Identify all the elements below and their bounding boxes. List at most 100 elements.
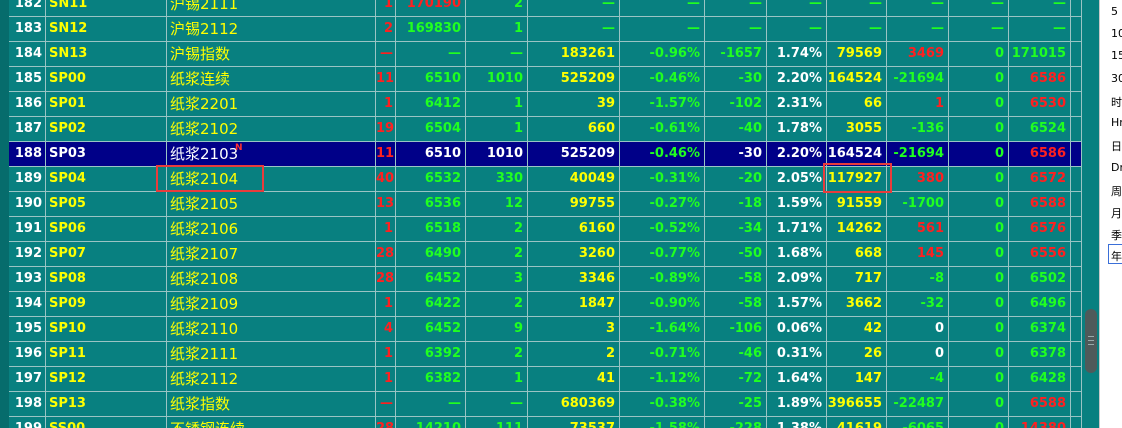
cell-col-j: 0 bbox=[949, 417, 1009, 428]
period-option[interactable]: 时 bbox=[1111, 94, 1122, 110]
table-row[interactable]: 194 SP09 纸浆2109 1 6422 2 1847 -0.90% -58 1.57% 366… bbox=[9, 292, 1091, 317]
cell-col-d: 3346 bbox=[528, 267, 620, 291]
table-row[interactable]: 185 SP00 纸浆连续 11 6510 1010 525209 -0.46% -30 2.20… bbox=[9, 67, 1091, 92]
contract-code: SP09 bbox=[46, 292, 167, 316]
cell-col-c: 1 bbox=[466, 117, 528, 141]
period-option[interactable]: Hr bbox=[1111, 116, 1122, 129]
table-row[interactable]: 182 SN11 沪锡2111 1 170190 2— — — — — — — — bbox=[9, 0, 1091, 17]
cell-col-f: — bbox=[705, 0, 767, 16]
cell-col-e: -0.38% bbox=[620, 392, 705, 416]
cell-col-d: 99755 bbox=[528, 192, 620, 216]
table-row[interactable]: 197 SP12 纸浆2112 1 6382 1 41 -1.12% -72 1.64% 147 -4… bbox=[9, 367, 1091, 392]
period-option[interactable]: Dr bbox=[1111, 161, 1122, 174]
table-row[interactable]: 191 SP06 纸浆2106 1 6518 2 6160 -0.52% -34 1.71% 142… bbox=[9, 217, 1091, 242]
table-row[interactable]: 188 SP03 纸浆2103 N 11 6510 1010 525209 -0.46% -30 2… bbox=[9, 142, 1091, 167]
contract-name: 纸浆2110 bbox=[167, 317, 376, 341]
cell-col-i: -22487 bbox=[887, 392, 949, 416]
cell-col-f: -18 bbox=[705, 192, 767, 216]
cell-col-f: -20 bbox=[705, 167, 767, 191]
contract-name: 沪锡指数 bbox=[167, 42, 376, 66]
contract-code: SP10 bbox=[46, 317, 167, 341]
cell-col-j: 0 bbox=[949, 267, 1009, 291]
cell-col-b: 6518 bbox=[396, 217, 466, 241]
contract-name: 纸浆2112 bbox=[167, 367, 376, 391]
cell-col-e: -0.89% bbox=[620, 267, 705, 291]
cell-col-d: — bbox=[528, 17, 620, 41]
cell-col-j: 0 bbox=[949, 317, 1009, 341]
cell-col-e: -0.61% bbox=[620, 117, 705, 141]
cell-col-a: 1 bbox=[376, 0, 396, 16]
table-row[interactable]: 183 SN12 沪锡2112 2 169830 1— — — — — — — — bbox=[9, 17, 1091, 42]
cell-col-j: 0 bbox=[949, 92, 1009, 116]
cell-col-d: 660 bbox=[528, 117, 620, 141]
table-row[interactable]: 189 SP04 纸浆2104 40 6532 330 40049 -0.31% -20 2.05… bbox=[9, 167, 1091, 192]
cell-col-d: 525209 bbox=[528, 142, 620, 166]
table-row[interactable]: 198 SP13 纸浆指数 — — —680369 -0.38% -25 1.89% 396655… bbox=[9, 392, 1091, 417]
row-index: 192 bbox=[9, 242, 46, 266]
contract-code: SP11 bbox=[46, 342, 167, 366]
cell-col-d: 41 bbox=[528, 367, 620, 391]
cell-col-g: 1.57% bbox=[767, 292, 827, 316]
cell-col-b: 6382 bbox=[396, 367, 466, 391]
table-row[interactable]: 196 SP11 纸浆2111 1 6392 2 2 -0.71% -46 0.31% 26 0 0 63… bbox=[9, 342, 1091, 367]
row-index: 185 bbox=[9, 67, 46, 91]
cell-col-e: -1.57% bbox=[620, 92, 705, 116]
table-row[interactable]: 186 SP01 纸浆2201 1 6412 1 39 -1.57% -102 2.31% 66 1 0… bbox=[9, 92, 1091, 117]
cell-col-i: — bbox=[887, 0, 949, 16]
cell-col-d: 2 bbox=[528, 342, 620, 366]
cell-col-d: 39 bbox=[528, 92, 620, 116]
cell-col-j: 0 bbox=[949, 367, 1009, 391]
cell-col-b: 6510 bbox=[396, 142, 466, 166]
period-option[interactable]: 日 bbox=[1111, 138, 1122, 154]
period-option[interactable]: 5 bbox=[1111, 5, 1118, 18]
period-option[interactable]: 年 bbox=[1111, 248, 1122, 264]
cell-col-i: -8 bbox=[887, 267, 949, 291]
period-option[interactable]: 15 bbox=[1111, 49, 1122, 62]
cell-col-h: 42 bbox=[827, 317, 887, 341]
cell-col-e: -1.58% bbox=[620, 417, 705, 428]
cell-col-b: 6452 bbox=[396, 267, 466, 291]
period-option[interactable]: 30 bbox=[1111, 72, 1122, 85]
contract-code: SN13 bbox=[46, 42, 167, 66]
cell-col-j: 0 bbox=[949, 192, 1009, 216]
contract-name: 纸浆2111 bbox=[167, 342, 376, 366]
contract-name: 纸浆2105 bbox=[167, 192, 376, 216]
cell-col-a: 2 bbox=[376, 17, 396, 41]
contract-code: SS00 bbox=[46, 417, 167, 428]
cell-col-f: — bbox=[705, 17, 767, 41]
cell-col-h: 66 bbox=[827, 92, 887, 116]
cell-col-a: — bbox=[376, 392, 396, 416]
scrollbar-thumb[interactable] bbox=[1085, 309, 1097, 373]
table-row[interactable]: 192 SP07 纸浆2107 28 6490 2 3260 -0.77% -50 1.68% 66… bbox=[9, 242, 1091, 267]
cell-col-d: 1847 bbox=[528, 292, 620, 316]
table-row[interactable]: 195 SP10 纸浆2110 4 6452 9 3 -1.64% -106 0.06% 42 0 0 6… bbox=[9, 317, 1091, 342]
contract-name-text: 纸浆2104 bbox=[170, 170, 239, 188]
period-option[interactable]: 周 bbox=[1111, 183, 1122, 199]
cell-col-b: 6532 bbox=[396, 167, 466, 191]
cell-col-j: 0 bbox=[949, 167, 1009, 191]
cell-col-a: 1 bbox=[376, 292, 396, 316]
period-option[interactable]: 季 bbox=[1111, 227, 1122, 243]
table-row[interactable]: 199SS00不锈钢连续 281421011173537-1.58%-2281.3… bbox=[9, 417, 1091, 428]
cell-col-g: 1.74% bbox=[767, 42, 827, 66]
contract-name: 纸浆2104 bbox=[167, 167, 376, 191]
contract-name-text: 纸浆2106 bbox=[170, 220, 239, 238]
table-row[interactable]: 187 SP02 纸浆2102 19 6504 1 660 -0.61% -40 1.78% 305… bbox=[9, 117, 1091, 142]
table-row[interactable]: 193 SP08 纸浆2108 28 6452 3 3346 -0.89% -58 2.09% 71… bbox=[9, 267, 1091, 292]
cell-col-b: 6490 bbox=[396, 242, 466, 266]
cell-col-k: — bbox=[1009, 17, 1071, 41]
period-option[interactable]: 月 bbox=[1111, 205, 1122, 221]
table-row[interactable]: 184 SN13 沪锡指数 — — —183261 -0.96% -1657 1.74% 7956… bbox=[9, 42, 1091, 67]
new-badge: N bbox=[235, 143, 243, 153]
cell-col-f: -106 bbox=[705, 317, 767, 341]
cell-col-c: 330 bbox=[466, 167, 528, 191]
cell-col-a: 19 bbox=[376, 117, 396, 141]
cell-col-i: -21694 bbox=[887, 67, 949, 91]
table-row[interactable]: 190 SP05 纸浆2105 13 6536 12 99755 -0.27% -18 1.59%… bbox=[9, 192, 1091, 217]
cell-col-b: 6536 bbox=[396, 192, 466, 216]
vertical-scrollbar[interactable] bbox=[1081, 0, 1099, 428]
cell-col-c: 1 bbox=[466, 367, 528, 391]
grip-line bbox=[1088, 344, 1094, 345]
cell-col-d: 680369 bbox=[528, 392, 620, 416]
period-option[interactable]: 10 bbox=[1111, 27, 1122, 40]
